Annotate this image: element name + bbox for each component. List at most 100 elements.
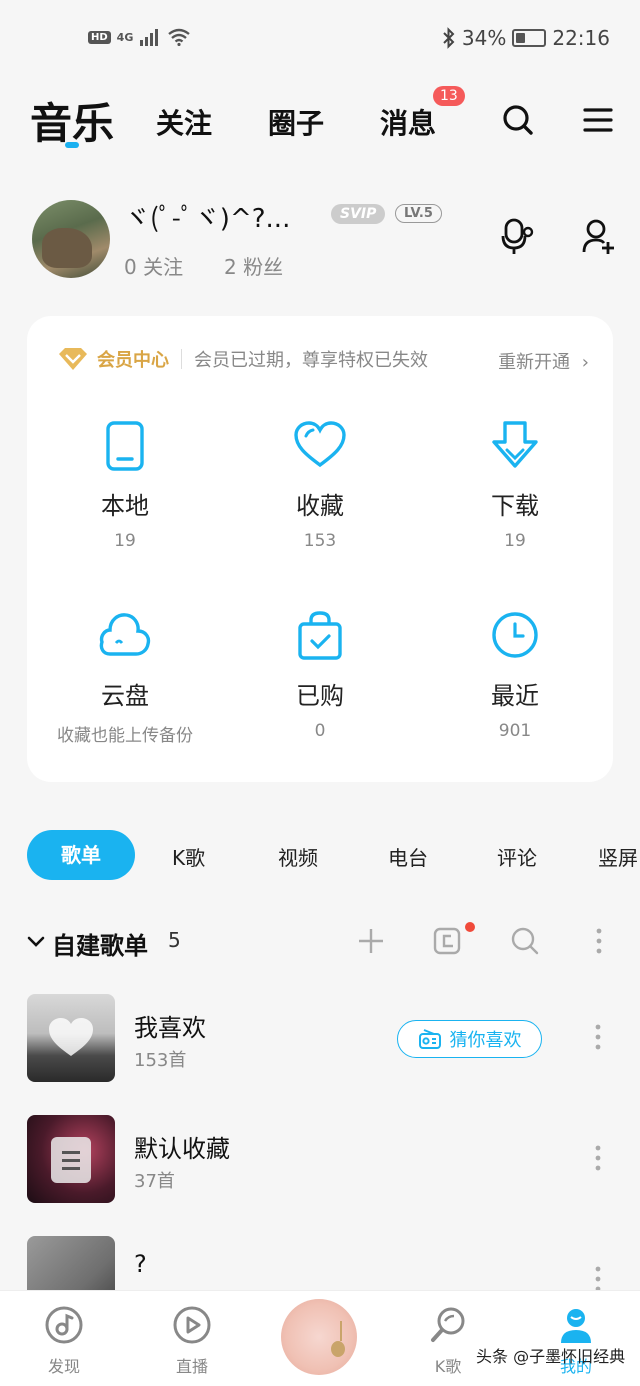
now-playing-disc[interactable] (281, 1299, 357, 1375)
grid-count: 19 (504, 531, 526, 551)
nav-label: 发现 (47, 1357, 80, 1376)
grid-label: 最近 (491, 682, 539, 710)
avatar[interactable] (32, 200, 110, 278)
following-count[interactable]: 0 关注 (124, 251, 183, 280)
tab-playlists[interactable]: 歌单 (27, 830, 135, 880)
section-header: 自建歌单 5 (0, 920, 640, 964)
playlist-cover (27, 994, 115, 1082)
grid-local[interactable]: 本地 19 (27, 420, 223, 551)
search-icon[interactable] (510, 926, 540, 956)
heart-icon (294, 421, 346, 468)
grid-count: 19 (114, 531, 136, 551)
svip-badge[interactable]: SVIP (331, 204, 386, 224)
active-tab-indicator (65, 142, 79, 148)
tab-ksong[interactable]: K歌 (172, 842, 205, 871)
bluetooth-icon (443, 27, 455, 49)
radio-icon (418, 1029, 441, 1049)
notification-dot (465, 922, 475, 932)
user-icon (561, 1309, 591, 1343)
fans-count[interactable]: 2 粉丝 (224, 251, 283, 280)
network-label: 4G (116, 30, 134, 44)
tab-video[interactable]: 视频 (278, 842, 318, 871)
chevron-down-icon[interactable] (26, 934, 46, 950)
shopping-bag-icon (298, 611, 342, 660)
grid-downloads[interactable]: 下载 19 (417, 420, 613, 551)
grid-label: 云盘 (101, 682, 149, 710)
grid-count: 0 (314, 721, 326, 741)
hd-icon: HD (88, 30, 111, 44)
play-icon (173, 1306, 211, 1344)
clock: 22:16 (552, 26, 610, 50)
tab-circle[interactable]: 圈子 (268, 102, 324, 142)
music-disc-icon (45, 1306, 83, 1344)
import-icon[interactable] (432, 926, 462, 956)
renew-link[interactable]: 重新开通 › (498, 348, 589, 374)
bottom-nav: 发现 直播 K歌 我的 头条 @子墨怀旧经典 (0, 1290, 640, 1386)
renew-label: 重新开通 (498, 352, 571, 373)
grid-recent[interactable]: 最近 901 (417, 610, 613, 741)
level-badge[interactable]: LV.5 (395, 204, 442, 223)
more-icon[interactable] (592, 1022, 604, 1052)
watermark: 头条 @子墨怀旧经典 (476, 1347, 626, 1366)
tab-radio[interactable]: 电台 (388, 842, 428, 871)
guess-you-like-button[interactable]: 猜你喜欢 (397, 1020, 542, 1058)
tab-messages[interactable]: 消息 (380, 102, 436, 142)
tab-vertical[interactable]: 竖屏 (598, 842, 638, 871)
grid-count: 153 (303, 531, 337, 551)
cloud-icon (99, 613, 151, 656)
divider (181, 349, 182, 369)
diamond-icon (59, 348, 87, 370)
grid-favorites[interactable]: 收藏 153 (222, 420, 418, 551)
playlist-title: 我喜欢 (134, 1014, 206, 1042)
more-icon[interactable] (592, 1143, 604, 1173)
library-card: 会员中心 会员已过期，尊享特权已失效 重新开通 › 本地 19 收藏 153 下… (27, 316, 613, 782)
grid-purchased[interactable]: 已购 0 (222, 610, 418, 741)
grid-subtext: 收藏也能上传备份 (57, 726, 193, 746)
nav-label: 直播 (175, 1357, 208, 1376)
messages-badge: 13 (433, 86, 465, 106)
menu-icon[interactable] (582, 102, 614, 138)
battery-icon (512, 29, 547, 47)
more-icon[interactable] (593, 926, 605, 956)
vip-center-title: 会员中心 (97, 350, 169, 371)
vip-row[interactable]: 会员中心 会员已过期，尊享特权已失效 (57, 346, 428, 372)
add-icon[interactable] (356, 926, 386, 956)
tab-comments[interactable]: 评论 (497, 842, 537, 871)
status-right: 34% 22:16 (442, 26, 610, 50)
playlist-title: 默认收藏 (134, 1135, 230, 1163)
heart-icon (49, 1018, 93, 1056)
playlist-cover (27, 1115, 115, 1203)
status-left: HD 4G (88, 28, 191, 46)
guitar-icon (331, 1321, 345, 1357)
guess-label: 猜你喜欢 (449, 1030, 522, 1051)
nav-discover[interactable]: 发现 (24, 1305, 104, 1377)
add-friend-icon[interactable] (582, 218, 618, 256)
grid-label: 下载 (491, 492, 539, 520)
playlist-count: 37首 (134, 1171, 175, 1192)
playlist-row[interactable]: 默认收藏 37首 (0, 1115, 640, 1205)
search-icon[interactable] (500, 102, 536, 138)
wifi-icon (168, 28, 191, 46)
section-count: 5 (168, 928, 181, 952)
playlist-row[interactable]: 我喜欢 153首 猜你喜欢 (0, 994, 640, 1084)
nav-live[interactable]: 直播 (152, 1305, 232, 1377)
user-name[interactable]: ヾ(ﾟ-ﾟヾ)^?... (124, 198, 290, 235)
phone-icon (106, 421, 144, 471)
grid-label: 本地 (101, 492, 149, 520)
battery-fill (516, 33, 526, 43)
list-icon (51, 1137, 91, 1183)
tab-follow[interactable]: 关注 (156, 102, 212, 142)
top-nav: 音乐 关注 圈子 消息 13 (0, 80, 640, 160)
grid-cloud[interactable]: 云盘 收藏也能上传备份 (27, 610, 223, 746)
playlist-title: ? (134, 1250, 147, 1278)
chevron-right-icon: › (581, 352, 589, 373)
grid-label: 已购 (296, 682, 344, 710)
battery-percent: 34% (461, 26, 507, 50)
signal-icon (140, 29, 159, 46)
microphone-icon[interactable] (500, 218, 536, 256)
section-title[interactable]: 自建歌单 (52, 926, 148, 961)
clock-icon (492, 612, 538, 658)
microphone-icon (431, 1307, 465, 1342)
download-icon (492, 421, 538, 468)
playlist-count: 153首 (134, 1050, 187, 1071)
